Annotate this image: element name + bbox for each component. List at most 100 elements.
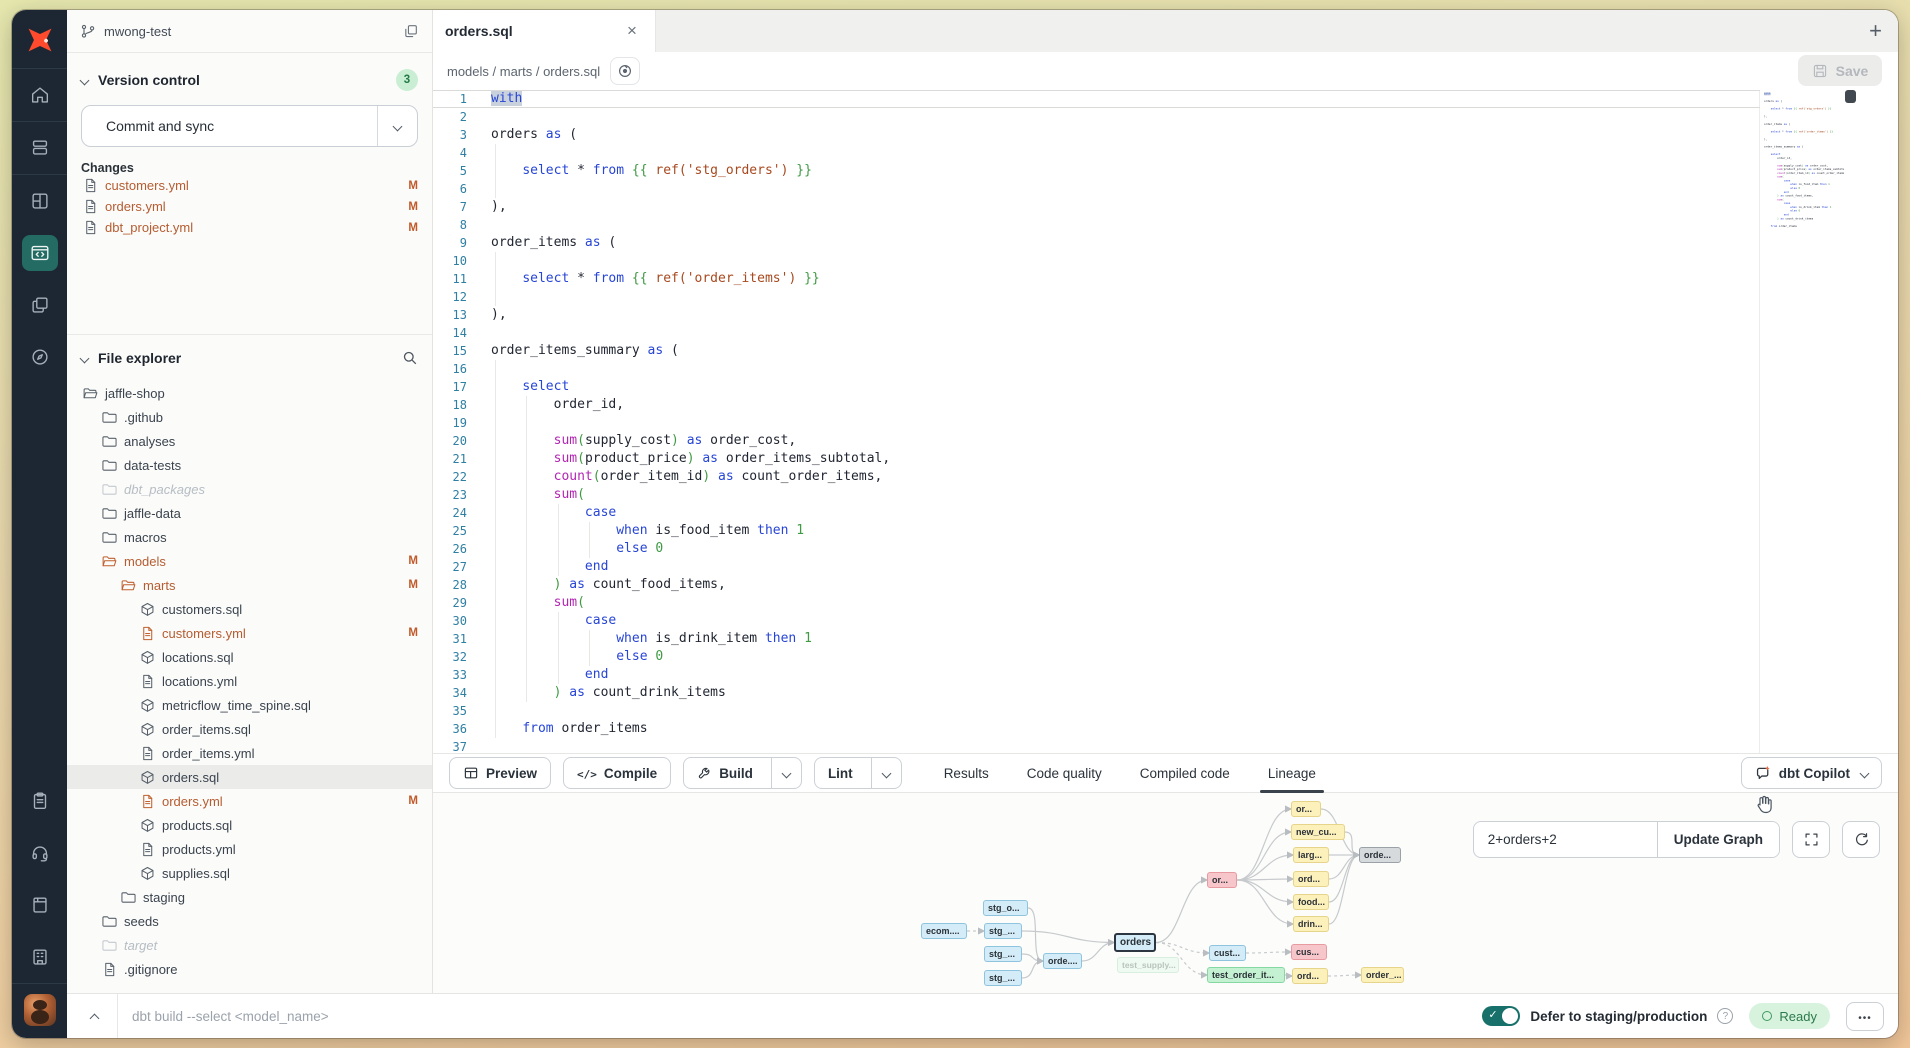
sidebar-apps-button[interactable] bbox=[22, 183, 58, 219]
commit-dropdown[interactable] bbox=[377, 106, 417, 146]
open-in-lineage-button[interactable] bbox=[610, 57, 640, 85]
code-editor[interactable]: 1234567891011121314151617181920212223242… bbox=[433, 90, 1898, 753]
lineage-node-c1[interactable]: cust... bbox=[1209, 945, 1246, 961]
lineage-node-y3[interactable]: larg... bbox=[1293, 847, 1329, 863]
lineage-node-g1[interactable]: orde... bbox=[1359, 847, 1401, 863]
file-tree-item-seeds[interactable]: seeds bbox=[67, 909, 432, 933]
file-tree-item--gitignore[interactable]: .gitignore bbox=[67, 957, 432, 981]
sidebar-marketplace-button[interactable] bbox=[22, 939, 58, 975]
tab-orders-sql[interactable]: orders.sql bbox=[433, 10, 656, 52]
sidebar-environments-button[interactable] bbox=[22, 130, 58, 166]
more-options-button[interactable] bbox=[1846, 1002, 1884, 1031]
file-tree-item-metricflow-time-spine-sql[interactable]: metricflow_time_spine.sql bbox=[67, 693, 432, 717]
save-button[interactable]: Save bbox=[1798, 55, 1882, 86]
lineage-node-p2[interactable]: cus... bbox=[1291, 944, 1327, 960]
changed-file-row[interactable]: dbt_project.yml M bbox=[81, 217, 418, 238]
sidebar-windows-button[interactable] bbox=[22, 287, 58, 323]
copy-branch-button[interactable] bbox=[403, 24, 418, 39]
yml-file-icon bbox=[83, 220, 98, 235]
file-tree-item-customers-sql[interactable]: customers.sql bbox=[67, 597, 432, 621]
sidebar-support-button[interactable] bbox=[22, 835, 58, 871]
lint-button[interactable]: Lint bbox=[814, 757, 902, 789]
tab-compiled-code[interactable]: Compiled code bbox=[1140, 754, 1230, 792]
tab-results[interactable]: Results bbox=[944, 754, 989, 792]
tab-lineage[interactable]: Lineage bbox=[1268, 754, 1316, 792]
file-tree-item-macros[interactable]: macros bbox=[67, 525, 432, 549]
preview-button[interactable]: Preview bbox=[449, 757, 551, 789]
commit-and-sync-button[interactable]: Commit and sync bbox=[81, 105, 418, 147]
changed-file-row[interactable]: customers.yml M bbox=[81, 175, 418, 196]
file-tree-item-jaffle-data[interactable]: jaffle-data bbox=[67, 501, 432, 525]
file-tree-item-target[interactable]: target bbox=[67, 933, 432, 957]
sidebar-tasks-button[interactable] bbox=[22, 783, 58, 819]
lineage-node-y1[interactable]: or... bbox=[1291, 801, 1321, 817]
fullscreen-button[interactable] bbox=[1792, 821, 1830, 858]
tab-code-quality[interactable]: Code quality bbox=[1027, 754, 1102, 792]
user-avatar[interactable] bbox=[24, 994, 56, 1026]
refresh-graph-button[interactable] bbox=[1842, 821, 1880, 858]
file-tree-item-locations-yml[interactable]: locations.yml bbox=[67, 669, 432, 693]
file-tree-item-data-tests[interactable]: data-tests bbox=[67, 453, 432, 477]
lineage-node-y4[interactable]: ord... bbox=[1293, 871, 1329, 887]
code-line: order_id, bbox=[491, 396, 1898, 414]
file-tree-item-supplies-sql[interactable]: supplies.sql bbox=[67, 861, 432, 885]
graph-selector-input[interactable]: 2+orders+2 bbox=[1474, 822, 1657, 857]
lineage-panel[interactable]: ecom....stg_o...stg_...stg_...stg_...ord… bbox=[433, 793, 1898, 993]
lineage-node-o1[interactable]: orde.... bbox=[1043, 953, 1082, 969]
changed-file-row[interactable]: orders.yml M bbox=[81, 196, 418, 217]
file-explorer-header[interactable]: File explorer bbox=[67, 335, 432, 381]
file-search-button[interactable] bbox=[402, 350, 418, 366]
lineage-node-y5[interactable]: food... bbox=[1293, 894, 1329, 910]
file-tree-item-jaffle-shop[interactable]: jaffle-shop bbox=[67, 381, 432, 405]
file-tree-item-products-sql[interactable]: products.sql bbox=[67, 813, 432, 837]
lineage-node-orders[interactable]: orders bbox=[1114, 933, 1156, 952]
file-tree-item-products-yml[interactable]: products.yml bbox=[67, 837, 432, 861]
lint-dropdown[interactable] bbox=[871, 758, 901, 788]
lineage-node-p1[interactable]: or... bbox=[1207, 872, 1237, 888]
code-line: ), bbox=[491, 198, 1898, 216]
code-line: sum( bbox=[491, 486, 1898, 504]
lineage-node-s3[interactable]: stg_... bbox=[984, 946, 1022, 962]
file-tree-item--github[interactable]: .github bbox=[67, 405, 432, 429]
file-tree-item-dbt-packages[interactable]: dbt_packages bbox=[67, 477, 432, 501]
compile-button[interactable]: Compile bbox=[563, 757, 671, 789]
update-graph-button[interactable]: Update Graph bbox=[1657, 822, 1779, 857]
sidebar-orchestration-button[interactable] bbox=[22, 339, 58, 375]
file-tree-item-analyses[interactable]: analyses bbox=[67, 429, 432, 453]
doc-icon bbox=[102, 962, 117, 977]
lineage-node-y8[interactable]: order_... bbox=[1361, 967, 1404, 983]
help-icon[interactable] bbox=[1717, 1008, 1733, 1024]
lineage-node-s1[interactable]: stg_o... bbox=[983, 900, 1028, 916]
version-control-header[interactable]: Version control 3 bbox=[81, 69, 418, 91]
file-tree-item-order-items-sql[interactable]: order_items.sql bbox=[67, 717, 432, 741]
sidebar-develop-button[interactable] bbox=[22, 235, 58, 271]
lineage-node-y6[interactable]: drin... bbox=[1293, 916, 1329, 932]
new-tab-button[interactable] bbox=[1869, 18, 1882, 44]
lineage-node-t1[interactable]: test_order_it... bbox=[1207, 967, 1285, 983]
sidebar-docs-button[interactable] bbox=[22, 887, 58, 923]
code-content[interactable]: withorders as ( select * from {{ ref('st… bbox=[477, 90, 1898, 753]
lineage-node-s2[interactable]: stg_... bbox=[984, 923, 1022, 939]
file-tree-item-marts[interactable]: martsM bbox=[67, 573, 432, 597]
file-tree-item-customers-yml[interactable]: customers.ymlM bbox=[67, 621, 432, 645]
file-tree-item-orders-sql[interactable]: orders.sql bbox=[67, 765, 432, 789]
build-dropdown[interactable] bbox=[771, 758, 801, 788]
file-tree-item-staging[interactable]: staging bbox=[67, 885, 432, 909]
file-tree-item-orders-yml[interactable]: orders.ymlM bbox=[67, 789, 432, 813]
file-tree-item-locations-sql[interactable]: locations.sql bbox=[67, 645, 432, 669]
dbt-copilot-button[interactable]: dbt Copilot bbox=[1741, 757, 1882, 789]
lineage-node-ecom[interactable]: ecom.... bbox=[921, 923, 967, 939]
line-number: 36 bbox=[433, 720, 467, 738]
defer-toggle[interactable] bbox=[1482, 1006, 1520, 1026]
build-button[interactable]: Build bbox=[683, 757, 802, 789]
command-input[interactable]: dbt build --select <model_name> bbox=[132, 1009, 329, 1024]
file-tree-item-order-items-yml[interactable]: order_items.yml bbox=[67, 741, 432, 765]
lineage-node-y7[interactable]: ord... bbox=[1292, 968, 1328, 984]
lineage-node-s4[interactable]: stg_... bbox=[984, 970, 1022, 986]
expand-command-bar-button[interactable] bbox=[81, 1003, 107, 1029]
file-tree-item-models[interactable]: modelsM bbox=[67, 549, 432, 573]
lineage-node-y2[interactable]: new_cu... bbox=[1291, 824, 1345, 840]
sidebar-home-button[interactable] bbox=[22, 77, 58, 113]
lineage-node-ghost[interactable]: test_supply... bbox=[1117, 957, 1179, 973]
close-tab-button[interactable] bbox=[621, 20, 643, 42]
